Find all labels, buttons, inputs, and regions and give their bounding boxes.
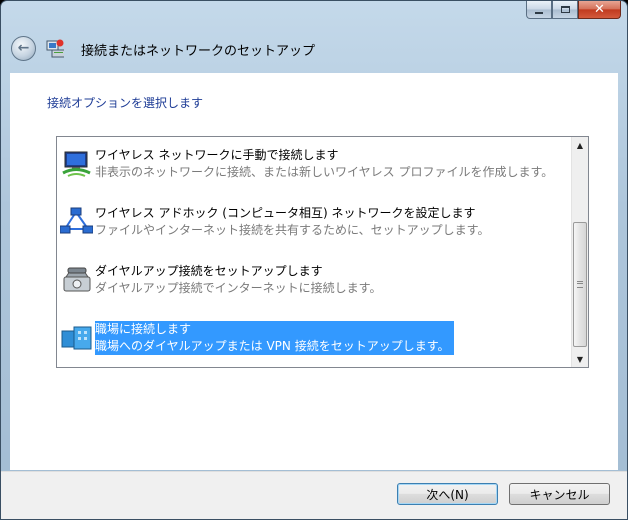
maximize-icon xyxy=(560,6,570,13)
grip-icon xyxy=(577,281,583,288)
option-title: ダイヤルアップ接続をセットアップします xyxy=(95,264,323,278)
option-description: ダイヤルアップ接続でインターネットに接続します。 xyxy=(95,281,382,295)
option-description: 職場へのダイヤルアップまたは VPN 接続をセットアップします。 xyxy=(95,339,450,353)
scroll-down-icon: ▼ xyxy=(576,354,584,364)
vertical-scrollbar[interactable]: ▲ ▼ xyxy=(571,137,588,367)
network-setup-icon xyxy=(46,39,64,58)
back-button[interactable]: ← xyxy=(11,36,36,61)
wizard-window: ✕ ← 接続またはネットワークのセットアップ 接続オプションを選択します ワイヤ… xyxy=(0,0,628,520)
next-button[interactable]: 次へ(N) xyxy=(397,483,498,505)
workplace-icon xyxy=(61,326,92,350)
adhoc-network-icon xyxy=(60,207,93,234)
option-manual-wireless[interactable]: ワイヤレス ネットワークに手動で接続します 非表示のネットワークに接続、または新… xyxy=(57,137,572,187)
wizard-footer: 次へ(N) キャンセル xyxy=(1,471,627,519)
scroll-thumb[interactable] xyxy=(573,222,587,347)
cancel-button[interactable]: キャンセル xyxy=(509,483,610,505)
option-adhoc-network[interactable]: ワイヤレス アドホック (コンピュータ相互) ネットワークを設定します ファイル… xyxy=(57,195,572,245)
option-text: ワイヤレス ネットワークに手動で接続します 非表示のネットワークに接続、または新… xyxy=(95,147,553,181)
close-icon: ✕ xyxy=(594,2,605,17)
option-text: ダイヤルアップ接続をセットアップします ダイヤルアップ接続でインターネットに接続… xyxy=(95,263,381,297)
close-button[interactable]: ✕ xyxy=(578,1,621,19)
option-workplace[interactable]: 職場に接続します 職場へのダイヤルアップまたは VPN 接続をセットアップします… xyxy=(57,311,572,361)
back-arrow-icon: ← xyxy=(17,40,30,56)
connection-options-list[interactable]: ワイヤレス ネットワークに手動で接続します 非表示のネットワークに接続、または新… xyxy=(56,136,589,368)
option-title: 職場に接続します xyxy=(95,322,192,336)
option-description: 非表示のネットワークに接続、または新しいワイヤレス プロファイルを作成します。 xyxy=(95,165,554,179)
maximize-button[interactable] xyxy=(552,1,578,19)
option-text: 職場に接続します 職場へのダイヤルアップまたは VPN 接続をセットアップします… xyxy=(95,321,454,355)
page-heading: 接続オプションを選択します xyxy=(47,96,204,110)
option-text: ワイヤレス アドホック (コンピュータ相互) ネットワークを設定します ファイル… xyxy=(95,205,489,239)
scroll-up-icon: ▲ xyxy=(576,140,584,150)
window-title: 接続またはネットワークのセットアップ xyxy=(81,44,316,59)
option-description: ファイルやインターネット接続を共有するために、セットアップします。 xyxy=(95,223,490,237)
wizard-content: 接続オプションを選択します ワイヤレス ネットワークに手動で接続します 非表示の… xyxy=(10,73,618,470)
wireless-monitor-icon xyxy=(62,151,91,177)
minimize-icon xyxy=(535,11,543,14)
minimize-button[interactable] xyxy=(526,1,552,19)
option-title: ワイヤレス ネットワークに手動で接続します xyxy=(95,148,339,162)
option-dialup[interactable]: ダイヤルアップ接続をセットアップします ダイヤルアップ接続でインターネットに接続… xyxy=(57,253,572,303)
scroll-up-button[interactable]: ▲ xyxy=(572,137,588,153)
scroll-down-button[interactable]: ▼ xyxy=(572,351,588,367)
caption-buttons: ✕ xyxy=(526,1,621,22)
option-title: ワイヤレス アドホック (コンピュータ相互) ネットワークを設定します xyxy=(95,206,476,220)
wizard-header: ← 接続またはネットワークのセットアップ xyxy=(1,23,627,73)
phone-icon xyxy=(63,267,91,292)
